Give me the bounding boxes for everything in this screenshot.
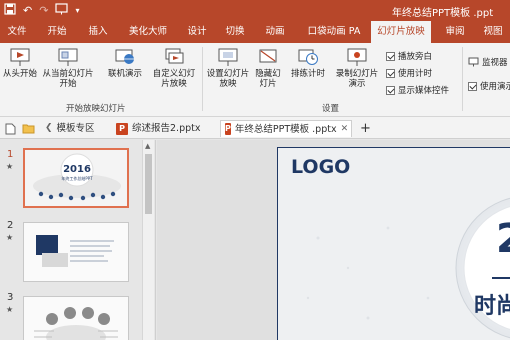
window-title: 年终总结PPT模板 .ppt [392, 8, 494, 19]
title-bar: ↶ ↷ ▾ 年终总结PPT模板 .ppt [0, 0, 510, 21]
slide-number: 3 [7, 292, 14, 303]
group-separator [462, 47, 463, 111]
star-icon: ★ [6, 305, 14, 314]
tab-review[interactable]: 审阅 [442, 21, 468, 43]
new-document-icon[interactable] [5, 120, 16, 137]
scroll-up-icon[interactable]: ▲ [145, 142, 150, 150]
tab-animations[interactable]: 动画 [262, 21, 288, 43]
custom-slideshow-icon [165, 48, 184, 64]
add-tab-button[interactable]: + [360, 120, 371, 137]
tab-design[interactable]: 设计 [184, 21, 210, 43]
undo-icon[interactable]: ↶ [23, 4, 32, 18]
scrollbar-thumb[interactable] [145, 154, 152, 214]
tab-transitions[interactable]: 切换 [222, 21, 248, 43]
slide-thumb-2-art [24, 223, 128, 281]
tab-template-zone[interactable]: ❮ 模板专区 [45, 120, 95, 137]
slide-thumb-1[interactable]: 2016 年终工作总结PPT [23, 148, 129, 208]
slide-editing-area: LOGO 2 时尚 [157, 140, 510, 340]
play-narrations-checkbox[interactable]: 播放旁白 [386, 50, 432, 62]
show-media-controls-checkbox[interactable]: 显示媒体控件 [386, 84, 449, 96]
tab-home[interactable]: 开始 [44, 21, 70, 43]
tab-insert[interactable]: 插入 [85, 21, 111, 43]
slide-thumb-2[interactable] [23, 222, 129, 282]
monitor-dropdown[interactable]: 监视器 [468, 56, 508, 68]
ribbon: 从头开始 从当前幻灯片开始 联机演示 自定义幻灯片放映 开始放映幻灯片 设置幻灯… [0, 43, 510, 117]
use-timings-checkbox[interactable]: 使用计时 [386, 67, 432, 79]
close-icon[interactable]: ✕ [341, 121, 349, 138]
current-slide[interactable]: LOGO 2 时尚 [277, 147, 510, 340]
quick-access-toolbar: ↶ ↷ ▾ [4, 3, 79, 19]
tab-beautify[interactable]: 美化大师 [125, 21, 171, 43]
customize-qat-icon[interactable]: ▾ [75, 4, 79, 18]
group-separator [202, 47, 203, 111]
star-icon: ★ [6, 233, 14, 242]
tab-pocket-animation[interactable]: 口袋动画 PA [306, 21, 362, 43]
setup-slideshow-icon [218, 48, 238, 66]
back-icon: ❮ [45, 123, 53, 133]
monitor-icon [468, 57, 479, 67]
globe-icon [115, 49, 134, 64]
thumb-year: 2016 [63, 164, 91, 175]
tab-file[interactable]: 文件 [4, 21, 30, 43]
slide-big-text: 时尚 [474, 294, 510, 319]
folder-icon[interactable] [22, 120, 35, 137]
from-current-slide-button[interactable]: 从当前幻灯片开始 [40, 47, 96, 89]
from-beginning-button[interactable]: 从头开始 [0, 47, 40, 79]
start-slideshow-icon[interactable] [55, 3, 69, 19]
record-icon [347, 48, 367, 66]
ribbon-tabs: 文件 开始 插入 美化大师 设计 切换 动画 口袋动画 PA 幻灯片放映 审阅 … [0, 21, 510, 43]
tab-year-end-summary[interactable]: P 年终总结PPT模板 .pptx ✕ [220, 120, 352, 137]
hide-slide-button[interactable]: 隐藏幻灯片 [252, 47, 284, 89]
tab-slideshow[interactable]: 幻灯片放映 [371, 21, 431, 43]
online-present-button[interactable]: 联机演示 [104, 47, 146, 79]
save-icon[interactable] [4, 3, 16, 19]
setup-slideshow-button[interactable]: 设置幻灯片放映 [206, 47, 250, 89]
rehearse-timings-button[interactable]: 排练计时 [290, 47, 326, 79]
slide-logo: LOGO [291, 156, 351, 178]
tab-view[interactable]: 视图 [480, 21, 506, 43]
use-presenter-view-checkbox[interactable]: 使用演示 [468, 80, 510, 92]
group-label-start: 开始放映幻灯片 [66, 104, 126, 114]
ppt-icon: P [225, 123, 231, 135]
slide-big-number: 2 [496, 216, 510, 262]
slide-number: 2 [7, 220, 14, 231]
slide-thumbnails-panel: 1 ★ 2016 年终工作总结PPT 2 ★ 3 ★ ▲ [0, 140, 156, 340]
redo-icon[interactable]: ↷ [39, 4, 48, 18]
slide-number: 1 [7, 149, 14, 160]
slide-thumb-3-art [24, 297, 128, 340]
hide-slide-icon [259, 49, 277, 63]
document-tabs: ❮ 模板专区 P 综述报告2.pptx P 年终总结PPT模板 .pptx ✕ … [0, 117, 510, 139]
thumb-subtitle: 年终工作总结PPT [61, 175, 93, 181]
slide-thumb-3[interactable] [23, 296, 129, 340]
slideshow-start-icon [10, 48, 30, 66]
slide-thumb-1-art: 2016 年终工作总结PPT [25, 150, 127, 206]
slideshow-current-icon [58, 48, 78, 66]
group-label-setup: 设置 [322, 104, 340, 114]
tab-review-report[interactable]: P 综述报告2.pptx [116, 120, 200, 137]
thumbnails-scrollbar[interactable]: ▲ [142, 140, 154, 340]
star-icon: ★ [6, 162, 14, 171]
custom-slideshow-button[interactable]: 自定义幻灯片放映 [150, 47, 198, 89]
clock-icon [298, 49, 318, 65]
ppt-icon: P [116, 122, 128, 135]
record-slideshow-button[interactable]: 录制幻灯片演示 [332, 47, 382, 89]
